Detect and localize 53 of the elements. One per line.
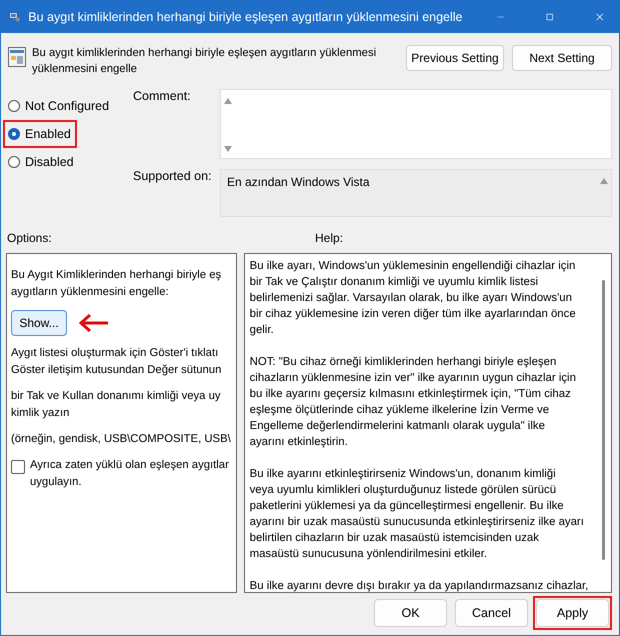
- help-text: veya uyumlu kimlikleri oluşturduğunuz listede görülen sürücü: [250, 483, 556, 498]
- help-text: eşleşme ölçütlerinde cihaz yükleme ilkelerine İzin Verme ve: [250, 402, 550, 418]
- options-text: Bu Aygıt Kimliklerinden herhangi biriyle eş: [11, 268, 222, 283]
- radio-option[interactable]: Enabled: [8, 127, 71, 141]
- scroll-up-icon[interactable]: [224, 98, 232, 104]
- show-button[interactable]: Show...: [11, 310, 67, 336]
- nav-button[interactable]: Previous Setting: [406, 45, 504, 71]
- nav-button[interactable]: Next Setting: [512, 45, 612, 71]
- radio-option[interactable]: Not Configured: [8, 99, 110, 113]
- help-text: bir Tak ve Çalıştır donanım kimliği ve uyumlu kimlik listesi: [250, 275, 538, 290]
- help-label: Help:: [315, 231, 344, 247]
- comment-field[interactable]: [220, 89, 612, 159]
- help-text: Engelleme değerlendirmelerini katmanlı olarak uygula" ilke: [250, 419, 545, 434]
- policy-icon: [8, 47, 26, 67]
- scroll-up-icon[interactable]: [600, 178, 608, 184]
- scroll-down-icon[interactable]: [224, 146, 232, 152]
- help-text: bir cihaz yüklemesine izin veren diğer tüm ilke ayarlarından önce: [250, 307, 576, 322]
- window-title: Bu aygıt kimliklerinden herhangi biriyle eşleşen aygıtların yüklenmesini engelle: [28, 10, 463, 24]
- close-icon[interactable]: [596, 10, 604, 22]
- radio-option[interactable]: Disabled: [8, 155, 74, 169]
- checkbox-label: uygulayın.: [30, 475, 82, 490]
- policy-title: Bu aygıt kimliklerinden herhangi biriyle eşleşen aygıtların yüklenmesi: [32, 46, 376, 61]
- help-text: Bu ilke ayarını etkinleştirirseniz Windows'un, donanım kimliği: [250, 467, 556, 482]
- help-text: NOT: "Bu cihaz örneği kimliklerinden herhangi biriyle eşleşen: [250, 355, 556, 370]
- options-text: Göster iletişim kutusundan Değer sütunun: [11, 363, 222, 378]
- policy-title: yüklenmesini engelle: [32, 62, 137, 77]
- scrollbar[interactable]: [602, 280, 605, 560]
- help-text: ayarını etkinleştirin.: [250, 435, 348, 450]
- help-text: paketlerini yüklemesi ya da güncelleştirmesi engellenir. Bu ilke: [250, 499, 564, 514]
- options-text: kimlik yazın: [11, 406, 70, 421]
- help-text: bu ilke ayarını geçersiz kılmasını etkinleştirmek için, "Tüm cihaz: [250, 387, 571, 402]
- options-text: aygıtların yüklenmesini engelle:: [11, 285, 169, 300]
- help-text: Bu ilke ayarını devre dışı bırakır ya da yapılandırmazsanız cihazlar,: [250, 579, 588, 592]
- checkbox-label: Ayrıca zaten yüklü olan eşleşen aygıtlar: [30, 458, 229, 473]
- supported-label: Supported on:: [133, 169, 213, 185]
- checkbox[interactable]: [11, 460, 25, 474]
- dialog-button[interactable]: OK: [374, 599, 447, 627]
- help-text: masaüstü sunucusuna yönlendirilmesini etkiler.: [250, 547, 488, 562]
- help-text: belirlemenizi sağlar. Varsayılan olarak, bu ilke ayarı Windows'un: [250, 291, 572, 306]
- options-text: (örneğin, gendisk, USB\COMPOSITE, USB\: [11, 432, 231, 447]
- arrow-icon: [79, 314, 109, 332]
- dialog-button[interactable]: Cancel: [455, 599, 528, 627]
- help-text: Bu ilke ayarı, Windows'un yüklemesinin engellendiği cihazlar için: [250, 259, 576, 274]
- supported-field: En azından Windows Vista: [220, 169, 612, 217]
- help-text: belirtilen cihazların bir uzak masaüstü istemcisinden uzak: [250, 531, 539, 546]
- options-label: Options:: [6, 231, 53, 247]
- dialog-button[interactable]: Apply: [536, 599, 609, 627]
- help-text: cihazların yüklenmesine izin ver" ilke ayarının uygun cihazlar için: [250, 371, 576, 386]
- comment-label: Comment:: [133, 89, 192, 105]
- options-text: bir Tak ve Kullan donanımı kimliği veya uy: [11, 389, 221, 404]
- help-text: gelir.: [250, 323, 274, 338]
- options-text: Aygıt listesi oluşturmak için Göster'i tıklatı: [11, 346, 218, 361]
- help-text: ayarını bir uzak masaüstü sunucusunda etkinleştirirseniz ilke ayarı: [250, 515, 584, 530]
